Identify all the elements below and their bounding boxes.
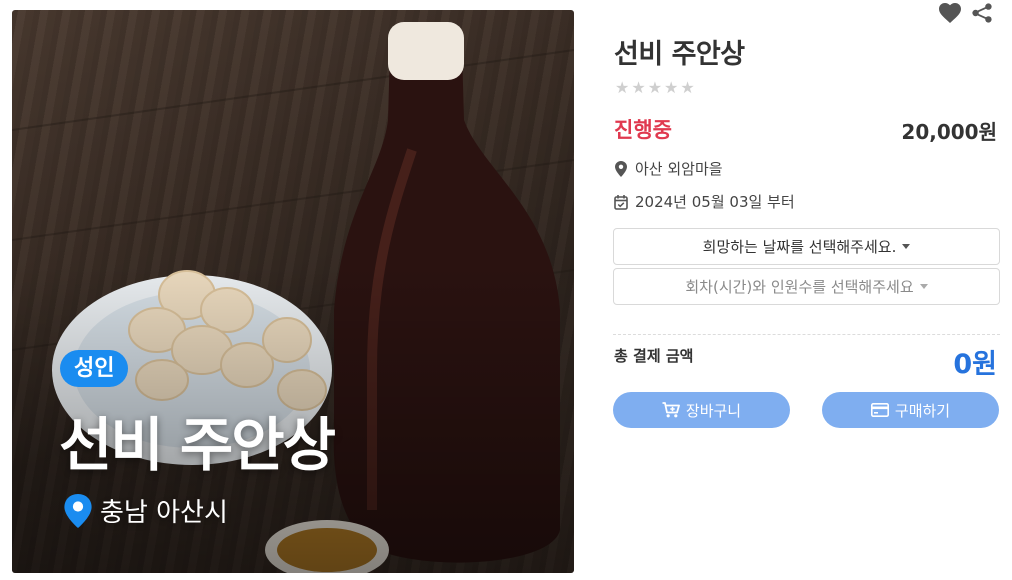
cart-plus-icon (662, 402, 680, 418)
hero-location: 충남 아산시 (64, 492, 228, 529)
map-marker-icon (615, 160, 627, 177)
product-image: 성인 선비 주안상 충남 아산시 (12, 10, 574, 573)
total-label: 총 결제 금액 (614, 347, 694, 365)
product-price: 20,000원 (901, 120, 997, 144)
hero-title: 선비 주안상 (59, 411, 336, 479)
status-badge: 진행중 (614, 118, 672, 142)
star-icon: ★ (647, 78, 663, 97)
location-text: 아산 외암마을 (635, 160, 723, 178)
age-badge: 성인 (60, 350, 129, 387)
time-select-label: 회차(시간)와 인원수를 선택해주세요 (685, 278, 914, 296)
time-people-select[interactable]: 회차(시간)와 인원수를 선택해주세요 (613, 268, 1000, 305)
top-actions (938, 2, 994, 24)
buy-button[interactable]: 구매하기 (822, 392, 999, 428)
star-icon: ★ (631, 78, 646, 97)
product-title: 선비 주안상 (614, 39, 745, 70)
star-icon: ★ (664, 78, 679, 97)
total-value: 0원 (953, 349, 997, 380)
divider (613, 334, 1000, 335)
share-icon[interactable] (970, 2, 994, 24)
rating-stars: ★ ★ ★ ★ ★ (615, 79, 695, 97)
heart-icon[interactable] (938, 2, 962, 24)
date-select[interactable]: 희망하는 날짜를 선택해주세요. (613, 228, 1000, 265)
caret-down-icon (919, 284, 928, 289)
date-row: 2024년 05월 03일 부터 (614, 191, 795, 212)
product-photo (12, 10, 574, 573)
map-marker-icon (64, 493, 92, 528)
cart-button[interactable]: 장바구니 (613, 392, 790, 428)
star-icon: ★ (680, 78, 695, 97)
date-text: 2024년 05월 03일 부터 (635, 193, 795, 211)
credit-card-icon (870, 403, 889, 417)
star-icon: ★ (615, 78, 630, 97)
caret-down-icon (902, 244, 911, 249)
calendar-check-icon (614, 194, 628, 210)
location-row: 아산 외암마을 (614, 158, 723, 179)
hero-location-text: 충남 아산시 (100, 498, 228, 528)
buy-button-label: 구매하기 (894, 401, 951, 420)
cart-button-label: 장바구니 (685, 401, 742, 420)
date-select-label: 희망하는 날짜를 선택해주세요. (702, 238, 897, 256)
